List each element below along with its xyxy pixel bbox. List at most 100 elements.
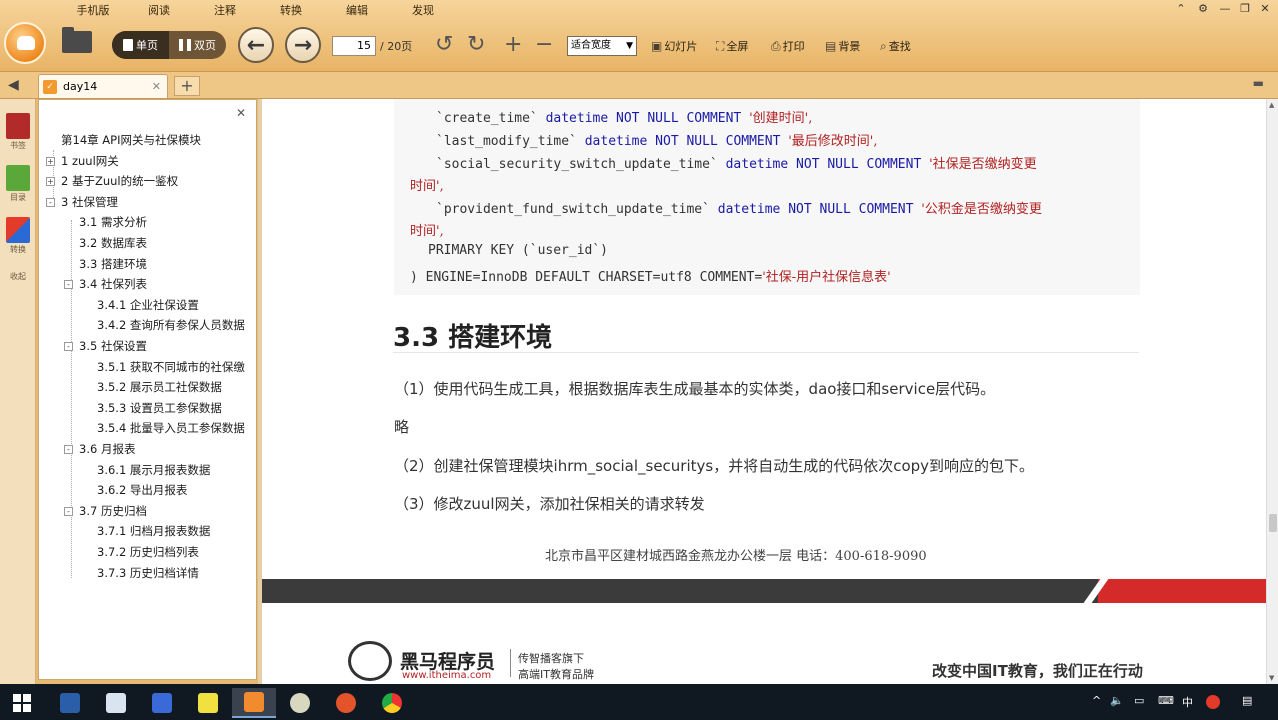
rotate-left-icon[interactable]: ↺ (435, 33, 453, 57)
fullscreen-button[interactable]: ⛶ 全屏 (716, 38, 748, 54)
outline-item[interactable]: 3.6 月报表 (79, 441, 135, 457)
outline-item[interactable]: 3.2 数据库表 (79, 235, 147, 251)
scroll-thumb[interactable] (1269, 514, 1277, 532)
code-line: `provident_fund_switch_update_time` date… (436, 202, 1042, 217)
outline-item[interactable]: 3.5 社保设置 (79, 338, 147, 354)
collapse-icon[interactable]: - (64, 445, 73, 454)
find-button[interactable]: ⌕ 查找 (880, 38, 911, 54)
menu-edit[interactable]: 编辑 (324, 2, 390, 20)
collapse-button[interactable]: 收起 (3, 271, 33, 282)
menu-read[interactable]: 阅读 (126, 2, 192, 20)
pin-icon[interactable]: ⌃ (1170, 2, 1192, 15)
outline-item[interactable]: 3.5.1 获取不同城市的社保缴 (97, 359, 245, 375)
collapse-icon[interactable]: - (64, 280, 73, 290)
outline-item[interactable]: 3.5.2 展示员工社保数据 (97, 379, 222, 395)
background-button[interactable]: ▤ 背景 (825, 38, 860, 54)
zoom-out-icon[interactable]: − (535, 33, 553, 57)
outline-item[interactable]: 3.6.1 展示月报表数据 (97, 462, 210, 478)
taskbar-app[interactable] (324, 688, 368, 718)
tab-day14[interactable]: ✓ day14 ✕ (38, 74, 168, 98)
menu-mobile[interactable]: 手机版 (60, 2, 126, 20)
zoom-in-icon[interactable]: + (504, 33, 522, 57)
outline-item[interactable]: 3.7.1 归档月报表数据 (97, 523, 210, 539)
taskbar-app[interactable] (140, 688, 184, 718)
outline-item[interactable]: 3.6.2 导出月报表 (97, 482, 187, 498)
open-file-button[interactable] (58, 27, 96, 56)
double-page-icon (179, 39, 191, 51)
outline-item[interactable]: 3.7.2 历史归档列表 (97, 544, 199, 560)
notification-icon[interactable]: ▤ (1242, 694, 1252, 707)
scroll-down-icon[interactable]: ▼ (1269, 674, 1274, 682)
single-page-button[interactable]: 单页 (112, 31, 169, 59)
taskbar-app[interactable] (94, 688, 138, 718)
app-icon (60, 693, 80, 713)
bookmarks-button[interactable]: 书签 (3, 113, 33, 151)
taskbar-app[interactable] (186, 688, 230, 718)
menu-discover[interactable]: 发现 (390, 2, 456, 20)
outline-item[interactable]: 3.4.1 企业社保设置 (97, 297, 199, 313)
code-line: 时间', (410, 224, 444, 239)
expand-icon[interactable]: + (46, 177, 55, 187)
app-logo-icon[interactable] (4, 22, 46, 64)
outline-item[interactable]: 1 zuul网关 (61, 153, 119, 169)
outline-item[interactable]: 第14章 API网关与社保模块 (61, 132, 201, 148)
collapse-icon[interactable]: - (64, 506, 73, 516)
menu-convert[interactable]: 转换 (258, 2, 324, 20)
network-icon[interactable]: ▭ (1134, 694, 1144, 707)
code-line: ) ENGINE=InnoDB DEFAULT CHARSET=utf8 COM… (410, 270, 891, 285)
slideshow-button[interactable]: ▣ 幻灯片 (651, 38, 697, 54)
fullscreen-icon: ⛶ (716, 38, 725, 53)
outline-item[interactable]: 3.1 需求分析 (79, 214, 147, 230)
double-page-button[interactable]: 双页 (169, 31, 226, 59)
collapse-sidebar-icon[interactable]: ◀ (8, 77, 19, 93)
outline-item[interactable]: 3.5.4 批量导入员工参保数据 (97, 420, 245, 436)
new-tab-button[interactable]: + (174, 76, 200, 96)
antivirus-icon[interactable] (1206, 695, 1220, 709)
next-page-button[interactable]: → (285, 27, 321, 63)
outline-item[interactable]: 3.3 搭建环境 (79, 256, 147, 272)
outline-item[interactable]: 3.4 社保列表 (79, 276, 147, 292)
maximize-icon[interactable]: ❐ (1234, 2, 1256, 15)
start-button[interactable] (0, 688, 44, 718)
code-line: `social_security_switch_update_time` dat… (436, 157, 1037, 172)
taskbar-app[interactable] (370, 688, 414, 718)
outline-item[interactable]: 3.7 历史归档 (79, 503, 147, 519)
outline-item[interactable]: 3.7.3 历史归档详情 (97, 565, 199, 581)
outline-item[interactable]: 3.5.3 设置员工参保数据 (97, 400, 222, 416)
zoom-select[interactable]: 适合宽度 (567, 36, 637, 56)
close-panel-icon[interactable]: ✕ (236, 106, 246, 120)
paragraph: （3）修改zuul网关，添加社保相关的请求转发 (394, 495, 705, 513)
background-icon: ▤ (825, 39, 837, 53)
scroll-up-icon[interactable]: ▲ (1269, 101, 1274, 109)
document-view[interactable]: `create_time` datetime NOT NULL COMMENT … (258, 99, 1266, 684)
prev-page-button[interactable]: ← (238, 27, 274, 63)
brand-tagline: 高端IT教育品牌 (518, 668, 594, 681)
expand-icon[interactable]: + (46, 156, 55, 166)
taskbar-app-pdf-reader[interactable] (232, 688, 276, 718)
close-tab-icon[interactable]: ✕ (152, 80, 161, 93)
taskbar-app[interactable] (278, 688, 322, 718)
outline-item[interactable]: 3.4.2 查询所有参保人员数据 (97, 317, 245, 333)
collapse-icon[interactable]: - (64, 342, 73, 351)
minimize-icon[interactable]: — (1214, 2, 1236, 15)
vertical-scrollbar[interactable]: ▲ ▼ (1266, 99, 1278, 684)
outline-item[interactable]: 3 社保管理 (61, 194, 118, 210)
taskbar-app[interactable] (48, 688, 92, 718)
ime-indicator[interactable]: 中 (1182, 694, 1193, 710)
print-button[interactable]: ⎙ 打印 (771, 38, 805, 54)
top-toolbar: 手机版 阅读 注释 转换 编辑 发现 ⌃ ⚙ — ❐ ✕ 单页 双页 ← → 1… (0, 0, 1278, 72)
rotate-right-icon[interactable]: ↻ (467, 33, 485, 57)
settings-icon[interactable]: ⚙ (1192, 2, 1214, 15)
close-window-icon[interactable]: ✕ (1254, 2, 1276, 15)
menu-annotate[interactable]: 注释 (192, 2, 258, 20)
tab-options-icon[interactable]: ▬ (1253, 76, 1264, 90)
volume-icon[interactable]: 🔈 (1110, 694, 1124, 707)
tray-chevron-icon[interactable]: ^ (1092, 694, 1101, 707)
outline-item[interactable]: 2 基于Zuul的统一鉴权 (61, 173, 178, 189)
toc-button[interactable]: 目录 (3, 165, 33, 203)
convert-button[interactable]: 转换 (3, 217, 33, 255)
page-number-input[interactable]: 15 (332, 36, 376, 56)
collapse-icon[interactable]: - (46, 197, 55, 207)
outline-panel: ✕ 第14章 API网关与社保模块 1 zuul网关 +2 基于Zuul的统一鉴权 +… (38, 99, 257, 680)
keyboard-icon[interactable]: ⌨ (1158, 694, 1174, 707)
